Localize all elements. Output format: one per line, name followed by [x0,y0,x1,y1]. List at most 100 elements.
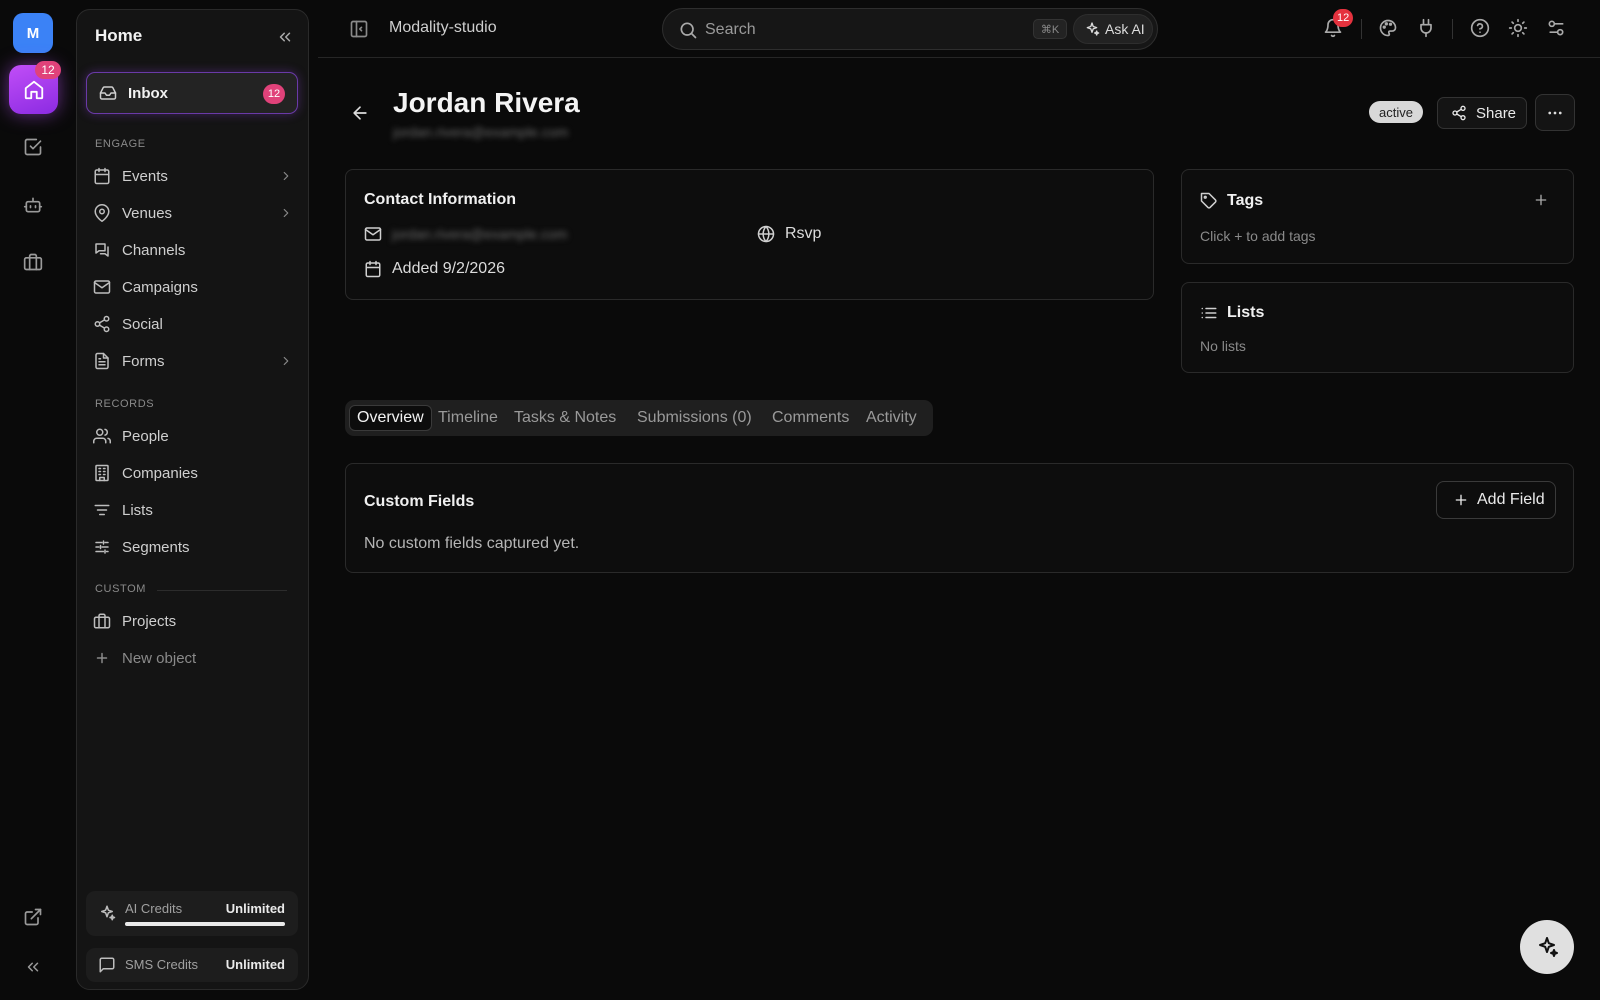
channels-icon [95,243,109,257]
more-options-button[interactable] [1535,94,1575,131]
contact-email[interactable]: jordan.rivera@example.com [392,226,567,242]
sidebar-item-social[interactable]: Social [93,309,293,339]
tab-submissions[interactable]: Submissions (0) [630,405,759,431]
list-icon [1201,307,1217,319]
users-icon [93,428,111,444]
external-link-icon [24,908,42,926]
status-badge: active [1369,101,1423,123]
rail-external-button[interactable] [20,904,46,930]
contact-email-subtitle: jordan.rivera@example.com [393,124,569,140]
add-tag-button[interactable] [1533,192,1549,208]
palette-icon [1379,19,1397,37]
share-button[interactable]: Share [1437,97,1527,129]
tab-activity[interactable]: Activity [859,405,924,431]
add-field-button[interactable]: Add Field [1436,481,1556,519]
sidebar-item-label: People [122,427,169,445]
more-horizontal-icon [1548,111,1562,114]
sidebar-item-campaigns[interactable]: Campaigns [93,272,293,302]
search-placeholder: Search [705,21,756,38]
map-pin-icon [94,204,110,222]
notifications-badge: 12 [1333,9,1354,27]
share-icon [94,315,110,333]
rail-tasks-button[interactable] [20,134,46,160]
tags-title: Tags [1227,192,1264,209]
sidebar-item-companies[interactable]: Companies [93,458,293,488]
sidebar-item-channels[interactable]: Channels [93,235,293,265]
icon-rail: M 12 [0,0,66,1000]
sidebar-item-projects[interactable]: Projects [93,606,293,636]
topbar-divider [1452,19,1453,39]
rail-briefcase-button[interactable] [20,249,46,275]
search-bar[interactable]: Search ⌘K Ask AI [662,8,1158,50]
inbox-icon [99,86,117,100]
contact-name: Jordan Rivera [393,87,580,118]
sidebar: Home Inbox 12 ENGAGE Events Venues Chann… [76,9,309,990]
inbox-badge: 12 [263,84,285,104]
lists-empty-hint: No lists [1200,338,1246,354]
new-object-button[interactable]: New object [93,643,293,673]
sidebar-title: Home [95,26,143,45]
arrow-left-icon [353,106,367,120]
globe-icon [757,225,775,243]
tab-tasks-notes[interactable]: Tasks & Notes [507,405,623,431]
settings-sliders-icon [1548,20,1564,36]
help-button[interactable] [1470,18,1490,38]
tab-comments[interactable]: Comments [765,405,856,431]
tab-bar: Overview Timeline Tasks & Notes Submissi… [345,400,933,436]
plus-icon [96,652,108,664]
add-field-label: Add Field [1477,491,1545,508]
home-badge: 12 [35,61,61,79]
section-label-records: RECORDS [95,398,155,410]
search-icon [680,22,697,39]
panel-left-icon [350,20,368,38]
sidebar-item-people[interactable]: People [93,421,293,451]
building-icon [95,464,109,482]
sidebar-item-inbox[interactable]: Inbox 12 [86,72,298,114]
topbar-divider [1361,19,1362,39]
rail-collapse-button[interactable] [20,954,46,980]
sms-credits-value: Unlimited [225,957,285,972]
custom-fields-empty: No custom fields captured yet. [364,535,580,552]
sidebar-item-lists[interactable]: Lists [93,495,293,525]
sms-credits-label: SMS Credits [125,957,198,972]
sidebar-item-forms[interactable]: Forms [93,346,293,376]
sms-credits: SMS Credits Unlimited [86,948,298,982]
sidebar-item-label: Venues [122,204,173,222]
sidebar-item-events[interactable]: Events [93,161,293,191]
ai-credits-bar-fill [125,922,285,926]
section-label-engage: ENGAGE [95,138,146,150]
contact-information-title: Contact Information [364,191,516,208]
back-button[interactable] [350,103,370,123]
sidebar-item-label: Campaigns [122,278,198,296]
theme-toggle-button[interactable] [1508,18,1528,38]
sidebar-item-segments[interactable]: Segments [93,532,293,562]
tab-overview[interactable]: Overview [349,405,432,431]
chevron-right-icon [283,208,289,218]
sidebar-item-venues[interactable]: Venues [93,198,293,228]
sidebar-item-label: Projects [122,612,177,630]
settings-button[interactable] [1546,18,1566,38]
tag-icon [1200,192,1217,209]
integrations-button[interactable] [1416,18,1436,38]
sliders-icon [95,540,109,554]
file-text-icon [95,352,109,370]
tab-timeline[interactable]: Timeline [431,405,505,431]
contact-information-card: Contact Information jordan.rivera@exampl… [345,169,1154,300]
message-square-icon [99,957,115,973]
rail-bot-button[interactable] [20,192,46,218]
share-icon [1452,105,1466,121]
ai-assistant-button[interactable] [1520,920,1574,974]
toggle-sidebar-button[interactable] [349,19,369,39]
sparkles-icon [1086,22,1100,36]
sidebar-collapse-button[interactable] [276,28,294,46]
briefcase-icon [23,253,43,271]
workspace-title: Modality-studio [389,19,497,36]
ask-ai-button[interactable]: Ask AI [1073,14,1153,44]
tags-card: Tags Click + to add tags [1181,169,1574,264]
contact-added-date: Added 9/2/2026 [392,260,505,277]
workspace-avatar[interactable]: M [13,13,53,53]
lists-title: Lists [1227,304,1265,321]
search-shortcut: ⌘K [1033,19,1067,39]
theme-palette-button[interactable] [1378,18,1398,38]
ai-credits: AI Credits Unlimited [86,891,298,936]
